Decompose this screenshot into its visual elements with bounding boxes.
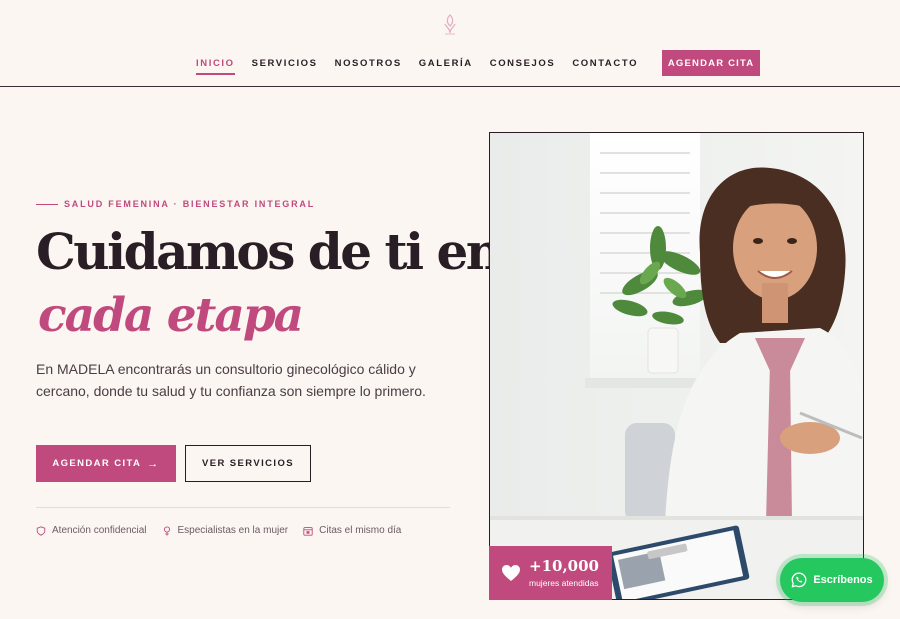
shield-icon	[36, 525, 46, 536]
nav-item-contacto[interactable]: CONTACTO	[572, 52, 638, 75]
whatsapp-label: Escríbenos	[813, 574, 873, 586]
feature-item: Atención confidencial	[36, 525, 147, 536]
feature-label: Especialistas en la mujer	[177, 525, 289, 536]
header-agendar-cita-button[interactable]: AGENDAR CITA	[662, 50, 761, 76]
hero-headline: Cuidamos de ti en	[36, 222, 502, 281]
nav-item-inicio[interactable]: INICIO	[196, 52, 235, 75]
stat-number: +10,000	[529, 557, 599, 575]
calendar-icon	[303, 526, 313, 536]
stat-label: mujeres atendidas	[529, 578, 599, 588]
whatsapp-chat-button[interactable]: Escríbenos	[780, 558, 884, 602]
female-symbol-icon	[163, 525, 170, 536]
eyebrow-text: SALUD FEMENINA · BIENESTAR INTEGRAL	[64, 199, 315, 209]
heart-icon	[502, 565, 520, 581]
whatsapp-icon	[791, 572, 807, 588]
feature-item: Especialistas en la mujer	[162, 525, 289, 536]
ver-servicios-button[interactable]: VER SERVICIOS	[185, 445, 311, 482]
feature-label: Atención confidencial	[52, 525, 147, 536]
feature-item: Citas el mismo día	[303, 525, 401, 536]
hero-features: Atención confidencial Especialistas en l…	[36, 525, 416, 536]
arrow-right-icon: →	[147, 457, 160, 470]
nav-item-nosotros[interactable]: NOSOTROS	[335, 52, 402, 75]
hero-agendar-cita-button[interactable]: AGENDAR CITA →	[36, 445, 176, 482]
eyebrow-divider-line	[36, 203, 58, 205]
nav-item-consejos[interactable]: CONSEJOS	[490, 52, 556, 75]
patients-stat-badge: +10,000 mujeres atendidas	[489, 546, 612, 600]
hero-eyebrow: SALUD FEMENINA · BIENESTAR INTEGRAL	[36, 199, 315, 209]
hero-headline-accent: cada etapa	[38, 288, 304, 343]
site-header: INICIO SERVICIOS NOSOTROS GALERÍA CONSEJ…	[0, 0, 900, 87]
doctor-hero-image	[489, 132, 864, 600]
hero-lead-text: En MADELA encontrarás un consultorio gin…	[36, 361, 426, 399]
stat-text: +10,000 mujeres atendidas	[529, 557, 599, 589]
feature-label: Citas el mismo día	[319, 525, 402, 536]
hero-divider	[36, 507, 450, 508]
nav-item-servicios[interactable]: SERVICIOS	[252, 52, 318, 75]
hero-agendar-cita-label: AGENDAR CITA	[52, 458, 142, 469]
madela-logo-icon[interactable]	[438, 12, 462, 36]
nav-item-galeria[interactable]: GALERÍA	[419, 52, 473, 75]
main-nav: INICIO SERVICIOS NOSOTROS GALERÍA CONSEJ…	[196, 50, 761, 76]
